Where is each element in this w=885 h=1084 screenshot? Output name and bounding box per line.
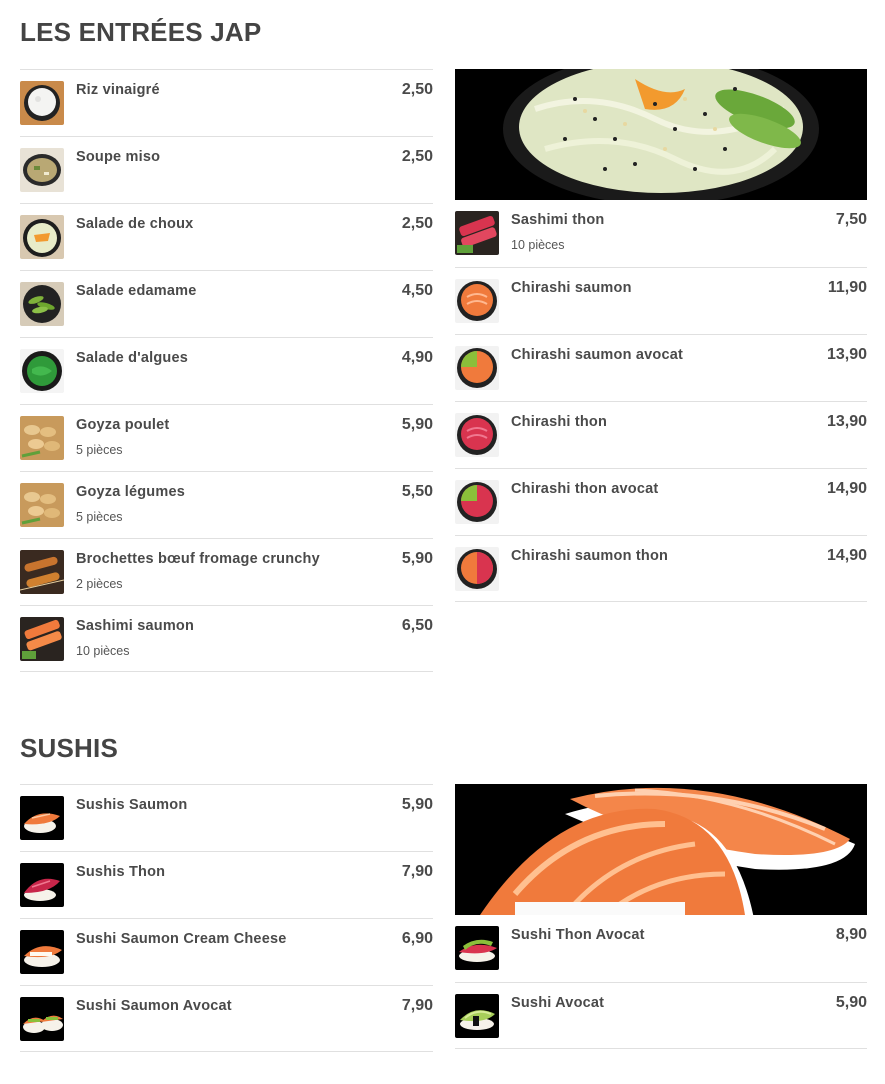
item-price: 7,50: [835, 211, 867, 228]
item-name: Salade d'algues: [76, 350, 189, 366]
item-name: Chirashi saumon avocat: [511, 347, 684, 363]
item-price: 7,90: [401, 863, 433, 880]
tuna-chirashi-icon: [455, 413, 499, 457]
item-price: 8,90: [835, 926, 867, 943]
menu-item[interactable]: Chirashi saumon 11,90: [455, 267, 867, 334]
salmon-sashimi-icon: [20, 617, 64, 661]
menu-item[interactable]: Sushi Thon Avocat 8,90: [455, 915, 867, 982]
menu-item[interactable]: Goyza légumes 5 pièces 5,50: [20, 471, 433, 538]
menu-item[interactable]: Sushi Saumon Avocat 7,90: [20, 985, 433, 1052]
item-price: 13,90: [826, 346, 867, 363]
edamame-icon: [20, 282, 64, 326]
item-description: 5 pièces: [76, 443, 123, 457]
item-name: Sushi Saumon Avocat: [76, 998, 232, 1014]
menu-item[interactable]: Salade de choux 2,50: [20, 203, 433, 270]
item-price: 14,90: [826, 547, 867, 564]
entrees-left-column: Riz vinaigré 2,50 Soupe miso 2,50 Salade…: [20, 69, 433, 672]
item-price: 2,50: [401, 148, 433, 165]
item-name: Riz vinaigré: [76, 82, 160, 98]
item-price: 2,50: [401, 81, 433, 98]
item-price: 13,90: [826, 413, 867, 430]
seaweed-salad-icon: [20, 349, 64, 393]
item-name: Brochettes bœuf fromage crunchy: [76, 551, 320, 567]
item-name: Sashimi thon: [511, 212, 605, 228]
item-price: 6,90: [401, 930, 433, 947]
tuna-avocado-chirashi-icon: [455, 480, 499, 524]
menu-item[interactable]: Sashimi saumon 10 pièces 6,50: [20, 605, 433, 672]
menu-item[interactable]: Salade d'algues 4,90: [20, 337, 433, 404]
cabbage-salad-icon: [20, 215, 64, 259]
item-name: Chirashi thon avocat: [511, 481, 659, 497]
section-title: SUSHIS: [20, 733, 119, 763]
tuna-sashimi-icon: [455, 211, 499, 255]
item-name: Goyza poulet: [76, 417, 170, 433]
menu-item[interactable]: Brochettes bœuf fromage crunchy 2 pièces…: [20, 538, 433, 605]
item-name: Sashimi saumon: [76, 618, 195, 634]
menu-item[interactable]: Sushi Avocat 5,90: [455, 982, 867, 1049]
section-title: LES ENTRÉES JAP: [20, 17, 262, 47]
item-price: 7,90: [401, 997, 433, 1014]
item-name: Sushi Avocat: [511, 995, 605, 1011]
item-name: Sushis Saumon: [76, 797, 188, 813]
menu-item[interactable]: Sashimi thon 10 pièces 7,50: [455, 200, 867, 267]
item-description: 10 pièces: [76, 644, 130, 658]
item-name: Salade de choux: [76, 216, 194, 232]
item-price: 5,90: [401, 416, 433, 433]
item-price: 14,90: [826, 480, 867, 497]
item-price: 2,50: [401, 215, 433, 232]
menu-item[interactable]: Chirashi thon 13,90: [455, 401, 867, 468]
item-price: 5,90: [401, 796, 433, 813]
salmon-cheese-sushi-icon: [20, 930, 64, 974]
miso-soup-icon: [20, 148, 64, 192]
item-description: 2 pièces: [76, 577, 123, 591]
item-name: Soupe miso: [76, 149, 161, 165]
menu-item[interactable]: Soupe miso 2,50: [20, 136, 433, 203]
salmon-sushi-icon: [20, 796, 64, 840]
menu-item[interactable]: Sushis Thon 7,90: [20, 851, 433, 918]
gyoza-icon: [20, 483, 64, 527]
item-name: Salade edamame: [76, 283, 197, 299]
tuna-avocado-sushi-icon: [455, 926, 499, 970]
skewer-icon: [20, 550, 64, 594]
menu-item[interactable]: Goyza poulet 5 pièces 5,90: [20, 404, 433, 471]
salmon-avocado-chirashi-icon: [455, 346, 499, 390]
salmon-chirashi-icon: [455, 279, 499, 323]
item-price: 5,50: [401, 483, 433, 500]
salmon-sushi-hero-image: [455, 784, 867, 915]
menu-item[interactable]: Chirashi thon avocat 14,90: [455, 468, 867, 535]
item-price: 4,50: [401, 282, 433, 299]
cabbage-salad-hero-image: [455, 69, 867, 200]
avocado-sushi-icon: [455, 994, 499, 1038]
menu-item[interactable]: Salade edamame 4,50: [20, 270, 433, 337]
item-price: 5,90: [835, 994, 867, 1011]
menu-item[interactable]: Sushis Saumon 5,90: [20, 784, 433, 851]
menu-item[interactable]: Sushi Saumon Cream Cheese 6,90: [20, 918, 433, 985]
salmon-avocado-sushi-icon: [20, 997, 64, 1041]
item-name: Chirashi thon: [511, 414, 608, 430]
menu-item[interactable]: Riz vinaigré 2,50: [20, 69, 433, 136]
sushis-right-column: Sushi Thon Avocat 8,90 Sushi Avocat 5,90: [455, 784, 867, 1049]
item-name: Chirashi saumon: [511, 280, 632, 296]
entrees-right-column: Sashimi thon 10 pièces 7,50 Chirashi sau…: [455, 69, 867, 602]
rice-bowl-icon: [20, 81, 64, 125]
item-name: Sushis Thon: [76, 864, 166, 880]
sushis-left-column: Sushis Saumon 5,90 Sushis Thon 7,90 Sush…: [20, 784, 433, 1052]
menu-item[interactable]: Chirashi saumon avocat 13,90: [455, 334, 867, 401]
item-price: 5,90: [401, 550, 433, 567]
item-price: 4,90: [401, 349, 433, 366]
item-description: 5 pièces: [76, 510, 123, 524]
item-name: Sushi Thon Avocat: [511, 927, 645, 943]
section-entrees: LES ENTRÉES JAP Riz vinaigré 2,50 Soupe …: [0, 0, 885, 690]
section-sushis: SUSHIS Sushis Saumon 5,90 Sushis Thon 7,…: [0, 720, 885, 1080]
menu-item[interactable]: Chirashi saumon thon 14,90: [455, 535, 867, 602]
item-price: 6,50: [401, 617, 433, 634]
item-name: Goyza légumes: [76, 484, 185, 500]
item-description: 10 pièces: [511, 238, 565, 252]
salmon-tuna-chirashi-icon: [455, 547, 499, 591]
gyoza-icon: [20, 416, 64, 460]
tuna-sushi-icon: [20, 863, 64, 907]
item-name: Chirashi saumon thon: [511, 548, 669, 564]
item-price: 11,90: [827, 279, 867, 296]
item-name: Sushi Saumon Cream Cheese: [76, 931, 287, 947]
